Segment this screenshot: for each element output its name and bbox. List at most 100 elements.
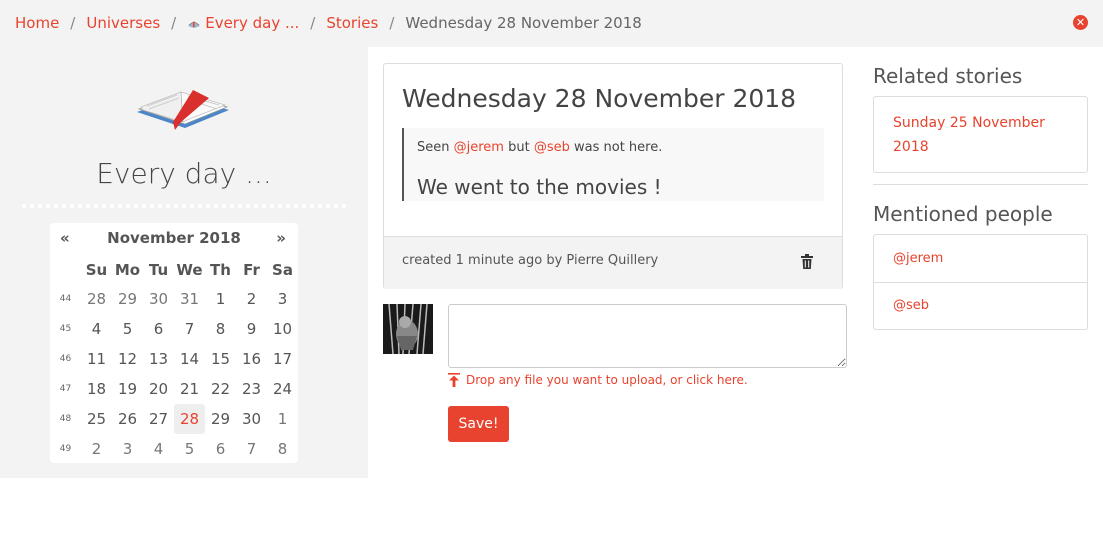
calendar-day[interactable]: 7 bbox=[174, 314, 205, 344]
breadcrumb-home-link[interactable]: Home bbox=[15, 14, 59, 32]
calendar-day[interactable]: 11 bbox=[81, 344, 112, 374]
calendar-month-label[interactable]: November 2018 bbox=[50, 229, 298, 247]
breadcrumb-current: Wednesday 28 November 2018 bbox=[405, 14, 642, 32]
calendar-day[interactable]: 25 bbox=[81, 404, 112, 434]
mentioned-person-link[interactable]: @jerem bbox=[874, 235, 1087, 283]
universe-sidebar: Every day ... « November 2018 » Su Mo Tu… bbox=[0, 47, 368, 478]
week-number: 46 bbox=[59, 354, 72, 364]
calendar-day[interactable]: 17 bbox=[267, 344, 298, 374]
calendar-day[interactable]: 21 bbox=[174, 374, 205, 404]
comment-input[interactable] bbox=[448, 304, 847, 368]
calendar-day[interactable]: 5 bbox=[174, 434, 205, 464]
calendar-day[interactable]: 14 bbox=[174, 344, 205, 374]
calendar-day[interactable]: 16 bbox=[236, 344, 267, 374]
weekday-label: Sa bbox=[272, 261, 293, 279]
calendar-day[interactable]: 22 bbox=[205, 374, 236, 404]
calendar-day[interactable]: 24 bbox=[267, 374, 298, 404]
breadcrumb-separator: / bbox=[70, 14, 76, 32]
calendar-day[interactable]: 20 bbox=[143, 374, 174, 404]
created-info: created 1 minute ago by Pierre Quillery bbox=[402, 253, 659, 268]
week-number: 44 bbox=[59, 294, 72, 304]
calendar-header: « November 2018 » bbox=[50, 229, 298, 251]
mentioned-people-title: Mentioned people bbox=[873, 202, 1053, 226]
calendar-day[interactable]: 2 bbox=[236, 284, 267, 314]
avatar-image bbox=[383, 304, 433, 354]
story-title: Wednesday 28 November 2018 bbox=[402, 84, 797, 113]
calendar-day[interactable]: 7 bbox=[236, 434, 267, 464]
mention-link-jerem[interactable]: @jerem bbox=[454, 140, 504, 155]
weekday-label: Fr bbox=[243, 261, 260, 279]
calendar-day[interactable]: 9 bbox=[236, 314, 267, 344]
trash-icon[interactable] bbox=[800, 254, 814, 270]
calendar-next-button[interactable]: » bbox=[276, 229, 286, 247]
story-content: Seen @jerem but @seb was not here. We we… bbox=[402, 128, 824, 201]
divider bbox=[873, 184, 1088, 185]
calendar-day[interactable]: 30 bbox=[236, 404, 267, 434]
calendar-day[interactable]: 29 bbox=[205, 404, 236, 434]
breadcrumb-separator: / bbox=[171, 14, 177, 32]
calendar-weekday-row: Su Mo Tu We Th Fr Sa bbox=[50, 256, 298, 284]
save-button[interactable]: Save! bbox=[448, 406, 509, 442]
calendar-day[interactable]: 18 bbox=[81, 374, 112, 404]
calendar-day[interactable]: 1 bbox=[205, 284, 236, 314]
calendar-day[interactable]: 12 bbox=[112, 344, 143, 374]
calendar-day[interactable]: 5 bbox=[112, 314, 143, 344]
breadcrumb-separator: / bbox=[389, 14, 395, 32]
calendar-week-row: 48 25 26 27 28 29 30 1 bbox=[50, 404, 298, 434]
calendar-day[interactable]: 27 bbox=[143, 404, 174, 434]
weekday-label: Mo bbox=[114, 261, 141, 279]
breadcrumb-bar: Home / Universes / Every day ... / Stori… bbox=[0, 0, 1103, 47]
weekday-label: Th bbox=[210, 261, 231, 279]
calendar-day[interactable]: 10 bbox=[267, 314, 298, 344]
week-number-header bbox=[50, 256, 81, 284]
weekday-label: Tu bbox=[148, 261, 169, 279]
calendar-day[interactable]: 6 bbox=[205, 434, 236, 464]
week-number: 49 bbox=[59, 444, 72, 454]
mentioned-person-link[interactable]: @seb bbox=[874, 283, 1087, 329]
related-story-link[interactable]: Sunday 25 November 2018 bbox=[874, 97, 1087, 172]
calendar-day[interactable]: 28 bbox=[81, 284, 112, 314]
calendar-day[interactable]: 8 bbox=[267, 434, 298, 464]
calendar-day[interactable]: 15 bbox=[205, 344, 236, 374]
book-icon bbox=[137, 90, 229, 130]
calendar-day[interactable]: 8 bbox=[205, 314, 236, 344]
breadcrumb-stories-link[interactable]: Stories bbox=[326, 14, 378, 32]
calendar-day[interactable]: 4 bbox=[81, 314, 112, 344]
story-footer: created 1 minute ago by Pierre Quillery bbox=[384, 236, 842, 289]
calendar-day[interactable]: 29 bbox=[112, 284, 143, 314]
dotted-divider bbox=[20, 203, 350, 209]
calendar-week-row: 46 11 12 13 14 15 16 17 bbox=[50, 344, 298, 374]
calendar-day[interactable]: 26 bbox=[112, 404, 143, 434]
calendar-day[interactable]: 13 bbox=[143, 344, 174, 374]
calendar-day[interactable]: 23 bbox=[236, 374, 267, 404]
upload-arrow-icon bbox=[448, 373, 460, 387]
calendar-day[interactable]: 1 bbox=[267, 404, 298, 434]
calendar-week-row: 47 18 19 20 21 22 23 24 bbox=[50, 374, 298, 404]
calendar-day[interactable]: 30 bbox=[143, 284, 174, 314]
calendar-day[interactable]: 3 bbox=[267, 284, 298, 314]
upload-text: Drop any file you want to upload, or cli… bbox=[466, 373, 748, 387]
breadcrumb-universes-link[interactable]: Universes bbox=[86, 14, 160, 32]
calendar-day[interactable]: 3 bbox=[112, 434, 143, 464]
calendar-day[interactable]: 6 bbox=[143, 314, 174, 344]
weekday-label: Su bbox=[85, 261, 108, 279]
calendar-day[interactable]: 2 bbox=[81, 434, 112, 464]
calendar-day[interactable]: 4 bbox=[143, 434, 174, 464]
upload-link[interactable]: Drop any file you want to upload, or cli… bbox=[448, 373, 748, 387]
close-icon[interactable]: ✕ bbox=[1073, 15, 1088, 30]
text-segment: was not here. bbox=[569, 140, 663, 155]
avatar bbox=[383, 304, 433, 354]
breadcrumb-universe-label: Every day ... bbox=[205, 14, 300, 32]
mention-link-seb[interactable]: @seb bbox=[534, 140, 570, 155]
breadcrumb-universe-link[interactable]: Every day ... bbox=[187, 14, 299, 32]
calendar-week-row: 44 28 29 30 31 1 2 3 bbox=[50, 284, 298, 314]
calendar-day[interactable]: 31 bbox=[174, 284, 205, 314]
calendar-week-row: 45 4 5 6 7 8 9 10 bbox=[50, 314, 298, 344]
related-stories-title: Related stories bbox=[873, 64, 1023, 88]
book-icon bbox=[188, 20, 201, 28]
weekday-label: We bbox=[176, 261, 203, 279]
mentioned-people-list: @jerem @seb bbox=[873, 234, 1088, 330]
calendar-day[interactable]: 19 bbox=[112, 374, 143, 404]
week-number: 47 bbox=[59, 384, 72, 394]
calendar-day-selected[interactable]: 28 bbox=[174, 404, 205, 434]
